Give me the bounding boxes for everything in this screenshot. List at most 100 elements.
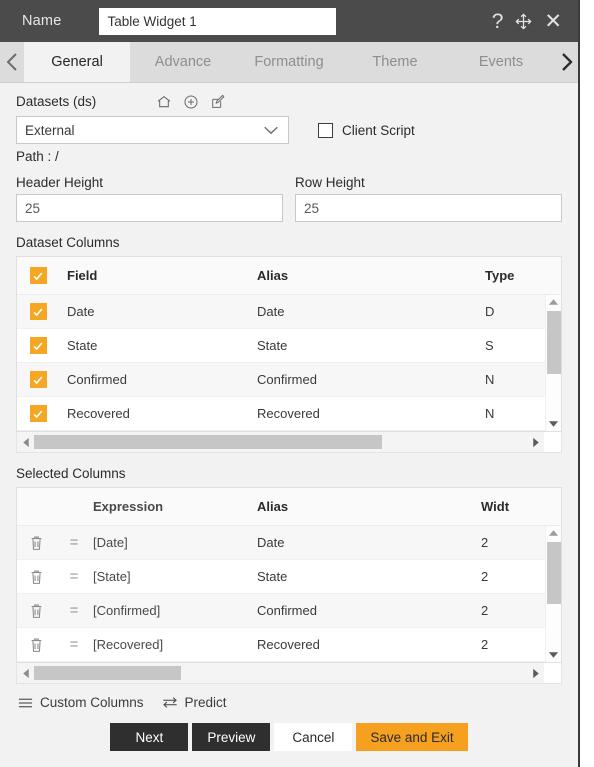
trash-icon[interactable] bbox=[17, 603, 55, 619]
scroll-right-arrow-icon[interactable] bbox=[527, 437, 544, 448]
horizontal-scroll-thumb[interactable] bbox=[34, 435, 382, 449]
table-row[interactable]: = [Date] Date 2 bbox=[17, 526, 561, 560]
scroll-left-arrow-icon[interactable] bbox=[17, 437, 34, 448]
dataset-row-alias: Recovered bbox=[257, 406, 320, 421]
titlebar-icons: ? ✕ bbox=[492, 11, 568, 32]
scroll-up-arrow-icon[interactable] bbox=[548, 526, 559, 540]
next-button[interactable]: Next bbox=[110, 723, 189, 751]
vertical-scroll-track[interactable] bbox=[546, 309, 561, 417]
table-row[interactable]: = [State] State 2 bbox=[17, 560, 561, 594]
dataset-row-field: Recovered bbox=[67, 406, 130, 421]
preview-button[interactable]: Preview bbox=[192, 723, 271, 751]
table-row[interactable]: Date Date D bbox=[17, 295, 561, 329]
dataset-grid-vertical-scrollbar[interactable] bbox=[545, 295, 561, 431]
selected-row-expression[interactable]: [Recovered] bbox=[93, 637, 257, 652]
custom-columns-button[interactable]: Custom Columns bbox=[18, 695, 144, 709]
dataset-row-alias: Confirmed bbox=[257, 372, 317, 387]
selected-column-header-alias: Alias bbox=[257, 499, 289, 514]
name-label: Name bbox=[22, 13, 62, 29]
scroll-right-arrow-icon[interactable] bbox=[527, 668, 544, 679]
table-row[interactable]: Recovered Recovered N bbox=[17, 397, 561, 431]
scroll-up-arrow-icon[interactable] bbox=[548, 295, 559, 309]
dataset-column-header-type: Type bbox=[485, 268, 515, 283]
trash-icon[interactable] bbox=[17, 535, 55, 551]
tab-events[interactable]: Events bbox=[448, 42, 554, 82]
selected-columns-rows: = [Date] Date 2 = [State] State 2 = [Con… bbox=[17, 526, 561, 662]
datasets-label: Datasets (ds) bbox=[16, 94, 97, 109]
question-mark-icon[interactable]: ? bbox=[492, 11, 504, 32]
datasets-header-row: Datasets (ds) bbox=[16, 91, 562, 113]
selected-columns-title: Selected Columns bbox=[16, 466, 126, 481]
scroll-left-arrow-icon[interactable] bbox=[17, 668, 34, 679]
row-height-input[interactable] bbox=[295, 194, 562, 222]
selected-row-alias[interactable]: Date bbox=[257, 535, 481, 550]
tab-bar: General Advance Formatting Theme Events bbox=[0, 42, 578, 83]
predict-button[interactable]: Predict bbox=[162, 695, 227, 709]
cancel-button[interactable]: Cancel bbox=[274, 723, 353, 751]
tab-theme[interactable]: Theme bbox=[342, 42, 448, 82]
header-height-input[interactable] bbox=[16, 194, 283, 222]
checkbox-checked-icon bbox=[29, 337, 47, 354]
dialog-footer: Next Preview Cancel Save and Exit bbox=[0, 709, 578, 767]
vertical-scroll-thumb[interactable] bbox=[547, 542, 561, 604]
header-height-group: Header Height bbox=[16, 175, 283, 222]
home-icon[interactable] bbox=[156, 94, 172, 110]
tabs-scroll-left-button[interactable] bbox=[0, 42, 24, 82]
selected-row-expression[interactable]: [Date] bbox=[93, 535, 257, 550]
selected-columns-header-row: Expression Alias Widt bbox=[17, 488, 561, 526]
dataset-row-field: State bbox=[67, 338, 98, 353]
selected-row-alias[interactable]: State bbox=[257, 569, 481, 584]
selected-grid-vertical-scrollbar[interactable] bbox=[545, 526, 561, 662]
dataset-row-alias: State bbox=[257, 338, 288, 353]
table-row[interactable]: Confirmed Confirmed N bbox=[17, 363, 561, 397]
dataset-column-header-field: Field bbox=[67, 268, 98, 283]
dataset-row-field: Confirmed bbox=[67, 372, 127, 387]
selected-row-expression[interactable]: [State] bbox=[93, 569, 257, 584]
save-and-exit-button[interactable]: Save and Exit bbox=[356, 723, 468, 751]
tabs-scroll-right-button[interactable] bbox=[554, 42, 578, 82]
dataset-row-checkbox[interactable] bbox=[17, 371, 59, 388]
trash-icon[interactable] bbox=[17, 637, 55, 653]
scrollbar-corner bbox=[544, 432, 561, 452]
dataset-row-checkbox[interactable] bbox=[17, 405, 59, 422]
tab-theme-label: Theme bbox=[372, 54, 418, 70]
extra-actions-row: Custom Columns Predict bbox=[16, 695, 562, 709]
dataset-grid-horizontal-scrollbar[interactable] bbox=[16, 432, 562, 453]
selected-row-expression[interactable]: [Confirmed] bbox=[93, 603, 257, 618]
dataset-row-checkbox[interactable] bbox=[17, 337, 59, 354]
tab-general[interactable]: General bbox=[24, 42, 130, 82]
dataset-select-all-checkbox[interactable] bbox=[17, 267, 59, 284]
selected-column-header-width: Widt bbox=[481, 499, 510, 514]
client-script-checkbox[interactable]: Client Script bbox=[318, 122, 415, 138]
tab-formatting-label: Formatting bbox=[254, 54, 324, 70]
table-row[interactable]: = [Recovered] Recovered 2 bbox=[17, 628, 561, 662]
horizontal-scroll-track[interactable] bbox=[34, 432, 527, 452]
dataset-columns-header-row: Field Alias Type bbox=[17, 257, 561, 295]
scroll-down-arrow-icon[interactable] bbox=[548, 648, 559, 662]
edit-square-icon[interactable] bbox=[210, 94, 226, 110]
horizontal-scroll-thumb[interactable] bbox=[34, 666, 181, 680]
add-circle-icon[interactable] bbox=[183, 94, 199, 110]
vertical-scroll-track[interactable] bbox=[546, 540, 561, 648]
dataset-select[interactable]: External bbox=[16, 116, 289, 144]
heights-row: Header Height Row Height bbox=[16, 175, 562, 222]
widget-name-input[interactable] bbox=[99, 7, 337, 35]
table-row[interactable]: = [Confirmed] Confirmed 2 bbox=[17, 594, 561, 628]
selected-row-alias[interactable]: Recovered bbox=[257, 637, 481, 652]
trash-icon[interactable] bbox=[17, 569, 55, 585]
header-height-label: Header Height bbox=[16, 175, 104, 190]
dataset-row-checkbox[interactable] bbox=[17, 303, 59, 320]
close-icon[interactable]: ✕ bbox=[544, 11, 562, 32]
move-icon[interactable] bbox=[514, 12, 533, 31]
table-row[interactable]: State State S bbox=[17, 329, 561, 363]
tab-advance[interactable]: Advance bbox=[130, 42, 236, 82]
custom-columns-label: Custom Columns bbox=[40, 695, 144, 709]
selected-row-alias[interactable]: Confirmed bbox=[257, 603, 481, 618]
tab-formatting[interactable]: Formatting bbox=[236, 42, 342, 82]
vertical-scroll-thumb[interactable] bbox=[547, 311, 561, 374]
dataset-columns-title: Dataset Columns bbox=[16, 235, 120, 250]
selected-grid-horizontal-scrollbar[interactable] bbox=[16, 663, 562, 684]
scroll-down-arrow-icon[interactable] bbox=[548, 417, 559, 431]
dataset-select-value: External bbox=[25, 122, 75, 138]
horizontal-scroll-track[interactable] bbox=[34, 663, 527, 683]
